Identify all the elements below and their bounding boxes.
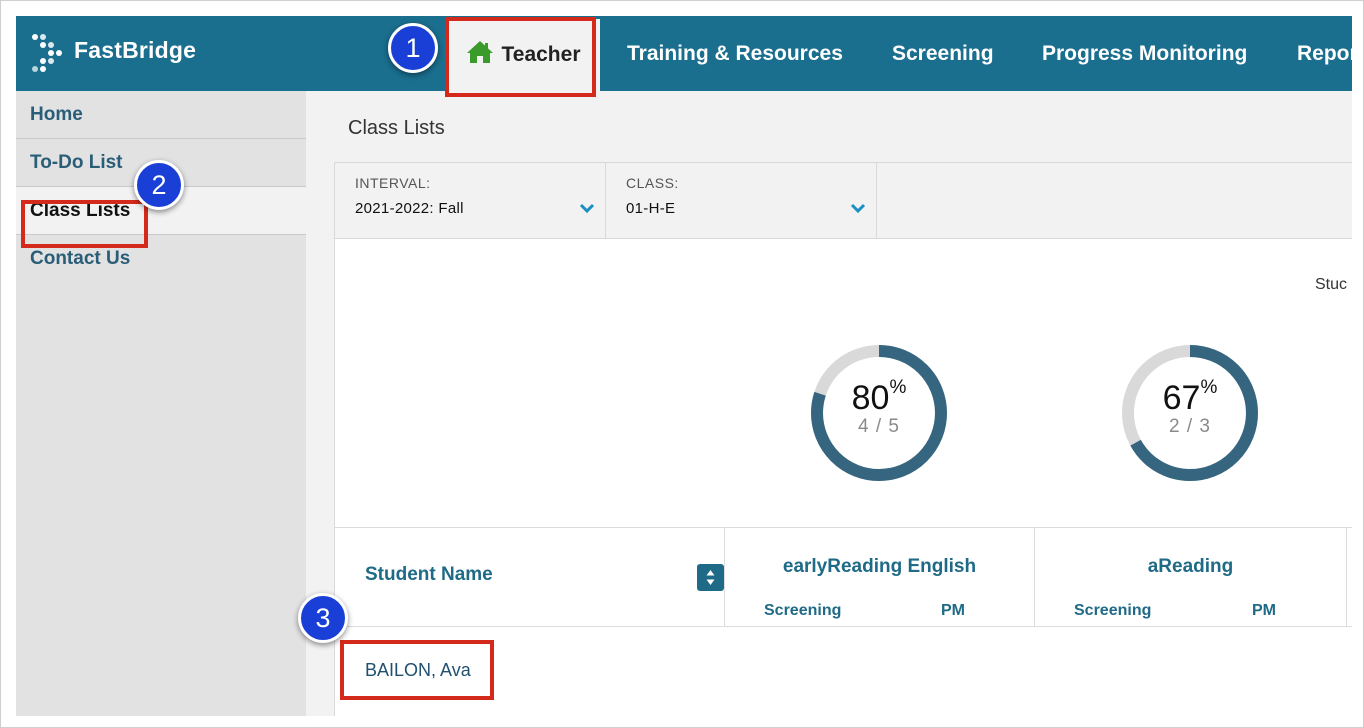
sidebar-item-label: Home (30, 103, 83, 125)
page-title: Class Lists (348, 117, 445, 139)
class-select[interactable]: CLASS: 01-H-E (606, 163, 877, 238)
column-pm[interactable]: PM (1252, 602, 1276, 620)
class-value: 01-H-E (626, 200, 676, 217)
column-group-cut (1346, 528, 1352, 626)
annotation-box-student (340, 640, 494, 700)
app-window: FastBridge Teacher Training & Resources … (16, 16, 1352, 716)
column-group-areading: aReading Screening PM (1034, 528, 1346, 626)
column-screening[interactable]: Screening (764, 602, 841, 620)
donut-fraction: 2 / 3 (1169, 416, 1211, 437)
annotation-box-teacher (445, 17, 596, 97)
donut-chart-areading: 67% 2 / 3 (1120, 343, 1260, 483)
donut-percent: 67% (1162, 377, 1218, 417)
column-screening[interactable]: Screening (1074, 602, 1151, 620)
student-name-header[interactable]: Student Name (365, 564, 493, 586)
sidebar-item-label: Contact Us (30, 248, 131, 269)
chevron-down-icon (579, 201, 595, 219)
column-group-title: earlyReading English (782, 556, 977, 577)
interval-value: 2021-2022: Fall (355, 200, 464, 217)
table-header: Student Name earlyReading English Screen… (335, 527, 1352, 627)
logo[interactable]: FastBridge (30, 28, 196, 72)
donut-percent: 80% (851, 377, 907, 417)
nav-training-resources[interactable]: Training & Resources (627, 16, 843, 91)
sidebar-item-home[interactable]: Home (16, 91, 306, 139)
column-group-early-reading: earlyReading English Screening PM (724, 528, 1034, 626)
annotation-badge-2: 2 (134, 160, 184, 210)
nav-progress-monitoring[interactable]: Progress Monitoring (1042, 16, 1247, 91)
chevron-down-icon (850, 201, 866, 219)
students-summary-label: Stuc (1315, 276, 1348, 293)
column-pm[interactable]: PM (941, 602, 965, 620)
annotation-badge-1: 1 (388, 23, 438, 73)
main-content: Class Lists INTERVAL: 2021-2022: Fall CL… (306, 91, 1352, 716)
top-nav: FastBridge Teacher Training & Resources … (16, 16, 1352, 91)
logo-text: FastBridge (74, 36, 197, 63)
interval-select[interactable]: INTERVAL: 2021-2022: Fall (335, 163, 606, 238)
fastbridge-logo-icon (30, 28, 66, 72)
annotation-box-class-lists (21, 200, 148, 248)
sort-toggle-button[interactable] (697, 564, 724, 591)
donut-chart-early-reading: 80% 4 / 5 (809, 343, 949, 483)
donut-fraction: 4 / 5 (858, 416, 900, 437)
interval-label: INTERVAL: (355, 175, 431, 191)
filter-bar: INTERVAL: 2021-2022: Fall CLASS: 01-H-E (334, 162, 1352, 239)
sidebar-item-label: To-Do List (30, 151, 123, 173)
nav-reports[interactable]: Repor (1297, 16, 1352, 91)
nav-screening[interactable]: Screening (892, 16, 994, 91)
annotation-badge-3: 3 (298, 593, 348, 643)
sort-icon (706, 570, 715, 585)
class-label: CLASS: (626, 175, 679, 191)
column-group-title: aReading (1147, 556, 1234, 577)
